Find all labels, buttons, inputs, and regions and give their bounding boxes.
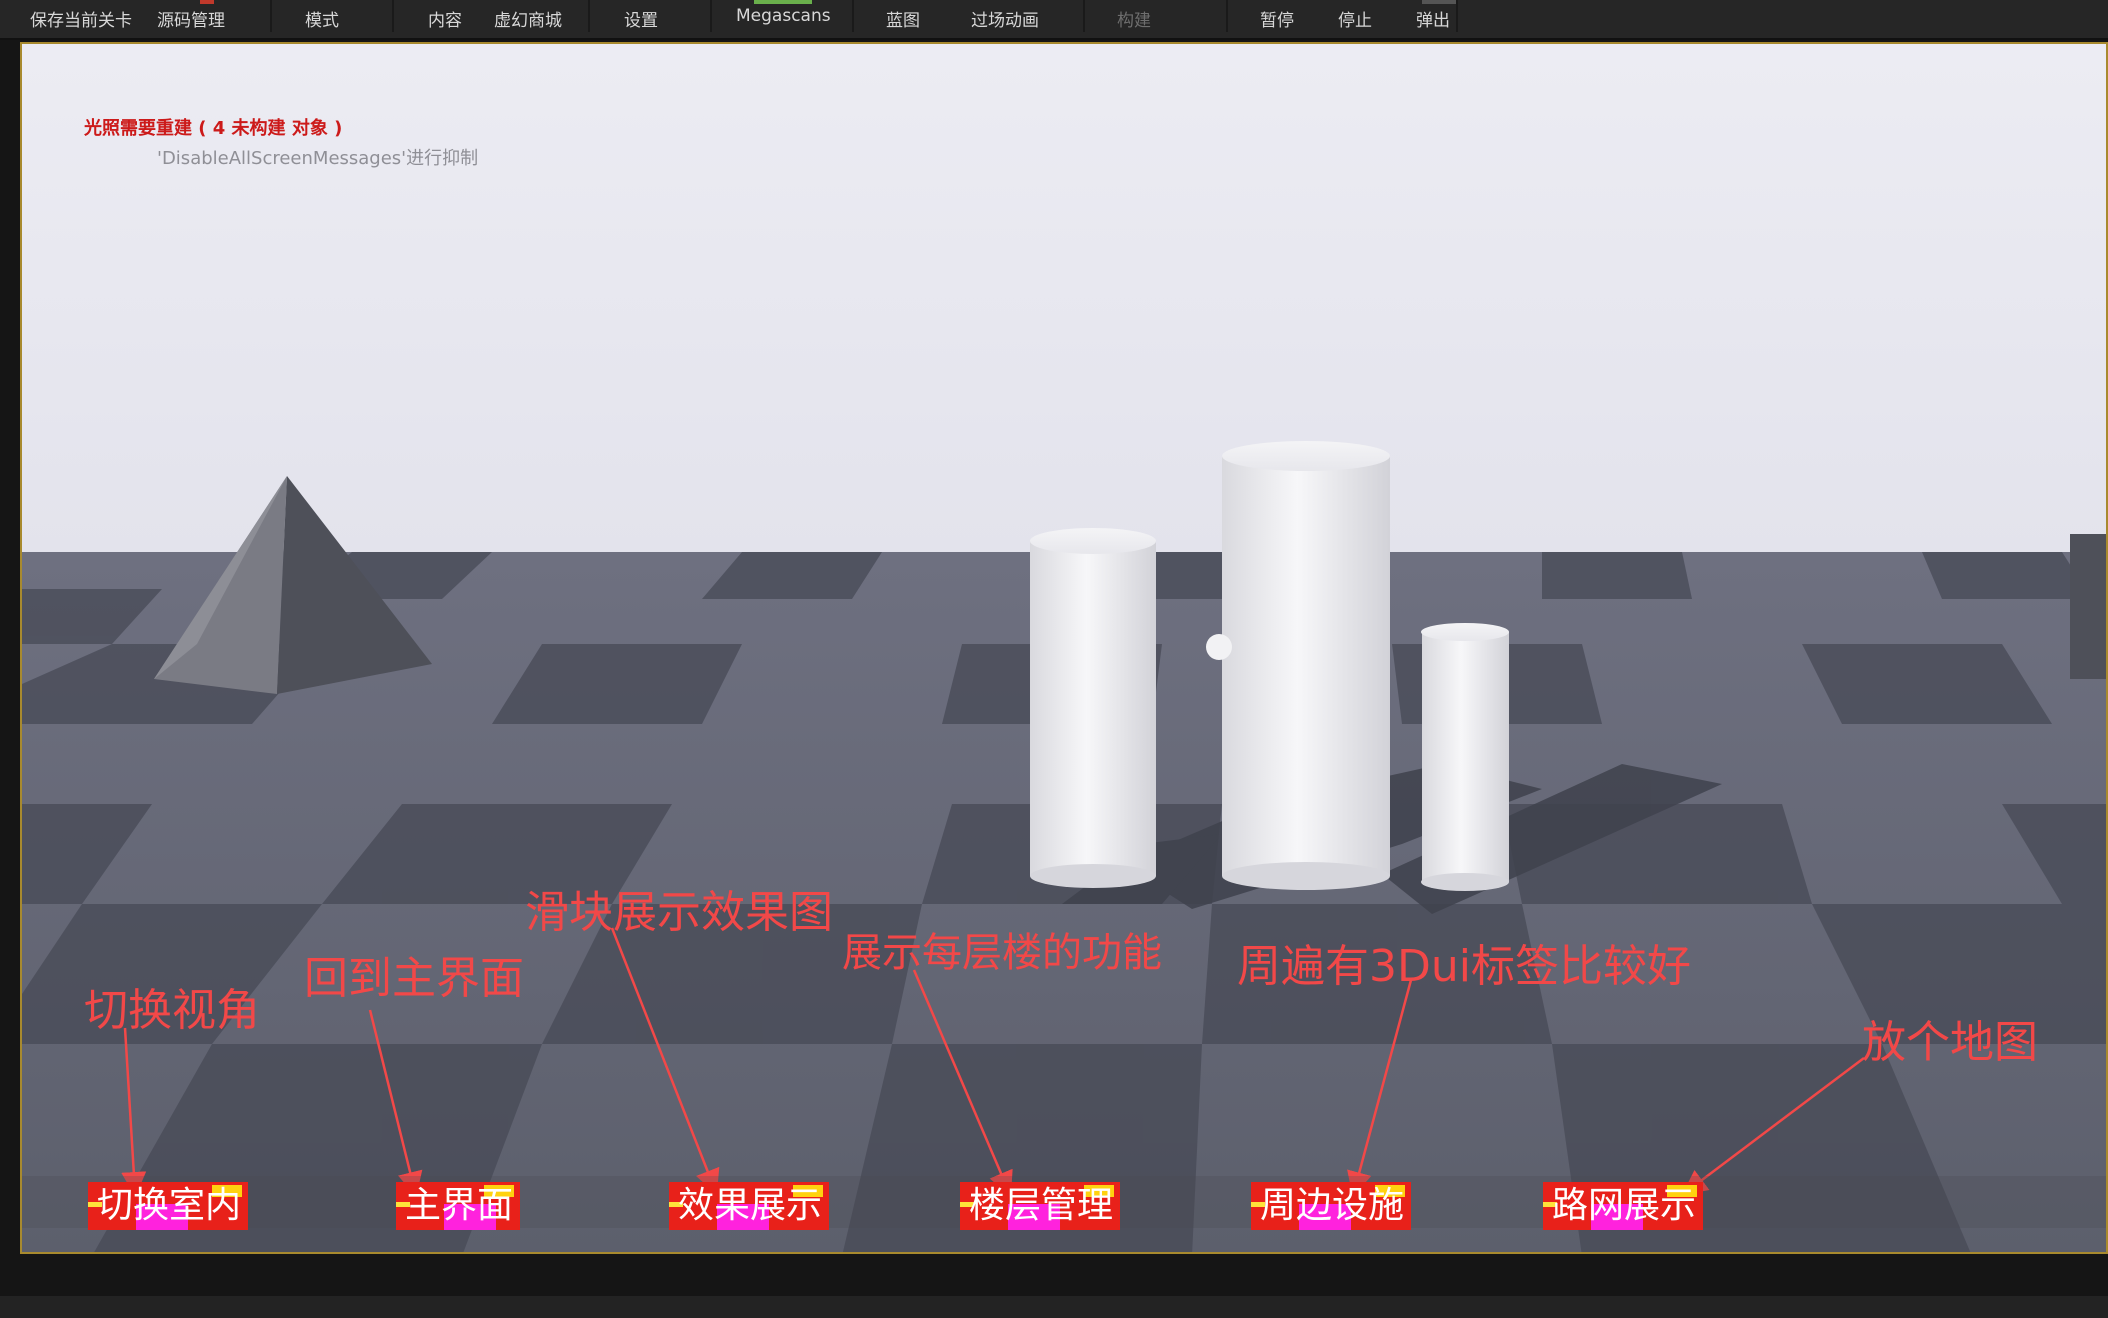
floor-management-label: 楼层管理	[969, 1185, 1114, 1226]
modes-button[interactable]: 模式	[305, 6, 339, 31]
effects-display-button[interactable]: 效果展示	[669, 1182, 829, 1230]
cylinder-tall	[1222, 441, 1390, 890]
toolbar-separator	[852, 0, 854, 32]
marketplace-button[interactable]: 虚幻商城	[494, 6, 562, 31]
viewport-scene	[22, 44, 2106, 1252]
blueprints-button[interactable]: 蓝图	[886, 6, 920, 31]
eject-button[interactable]: 弹出	[1416, 6, 1450, 31]
toolbar-separator	[392, 0, 394, 32]
switch-indoor-label: 切换室内	[97, 1185, 242, 1226]
editor-status-bar	[0, 1296, 2108, 1318]
cylinder-left	[1030, 528, 1156, 888]
settings-button[interactable]: 设置	[624, 6, 658, 31]
toolbar-separator	[270, 0, 272, 32]
toolbar-indicator	[754, 0, 812, 4]
toolbar-indicator	[200, 0, 214, 4]
switch-indoor-button[interactable]: 切换室内	[88, 1182, 248, 1230]
build-button[interactable]: 构建	[1117, 6, 1151, 31]
surrounding-facilities-label: 周边设施	[1260, 1185, 1405, 1226]
annotation-add-map: 放个地图	[1862, 1017, 2038, 1068]
toolbar-separator	[1226, 0, 1228, 32]
suppress-messages-hint: 'DisableAllScreenMessages'进行抑制	[157, 148, 479, 169]
edge-cube	[2070, 534, 2106, 679]
toolbar-separator	[1456, 0, 1458, 32]
save-current-level-button[interactable]: 保存当前关卡	[30, 6, 132, 31]
cinematics-button[interactable]: 过场动画	[971, 6, 1039, 31]
annotation-3d-ui-labels: 周遍有3Dui标签比较好	[1237, 941, 1691, 992]
annotation-floor-functions: 展示每层楼的功能	[842, 930, 1162, 976]
road-network-button[interactable]: 路网展示	[1543, 1182, 1703, 1230]
cylinder-short	[1421, 623, 1509, 891]
lighting-rebuild-warning: 光照需要重建 ( 4 未构建 对象 )	[84, 118, 343, 139]
effects-display-label: 效果展示	[678, 1185, 823, 1226]
main-interface-label: 主界面	[405, 1185, 514, 1226]
main-interface-button[interactable]: 主界面	[396, 1182, 520, 1230]
toolbar-indicator	[1422, 0, 1458, 4]
megascans-button[interactable]: Megascans	[736, 6, 831, 26]
annotation-slider-effects: 滑块展示效果图	[525, 887, 833, 938]
editor-toolbar: 保存当前关卡 源码管理 模式 内容 虚幻商城 设置 Megascans 蓝图 过…	[0, 0, 2108, 40]
surrounding-facilities-button[interactable]: 周边设施	[1251, 1182, 1411, 1230]
toolbar-separator	[710, 0, 712, 32]
annotation-switch-view: 切换视角	[84, 985, 260, 1036]
toolbar-separator	[1083, 0, 1085, 32]
small-sphere	[1206, 634, 1232, 660]
content-button[interactable]: 内容	[428, 6, 462, 31]
source-control-button[interactable]: 源码管理	[157, 6, 225, 31]
toolbar-separator	[588, 0, 590, 32]
floor-management-button[interactable]: 楼层管理	[960, 1182, 1120, 1230]
stop-button[interactable]: 停止	[1338, 6, 1372, 31]
pause-button[interactable]: 暂停	[1260, 6, 1294, 31]
level-viewport[interactable]: 光照需要重建 ( 4 未构建 对象 ) 'DisableAllScreenMes…	[20, 42, 2108, 1254]
annotation-back-to-main: 回到主界面	[304, 953, 524, 1004]
road-network-label: 路网展示	[1552, 1185, 1697, 1226]
